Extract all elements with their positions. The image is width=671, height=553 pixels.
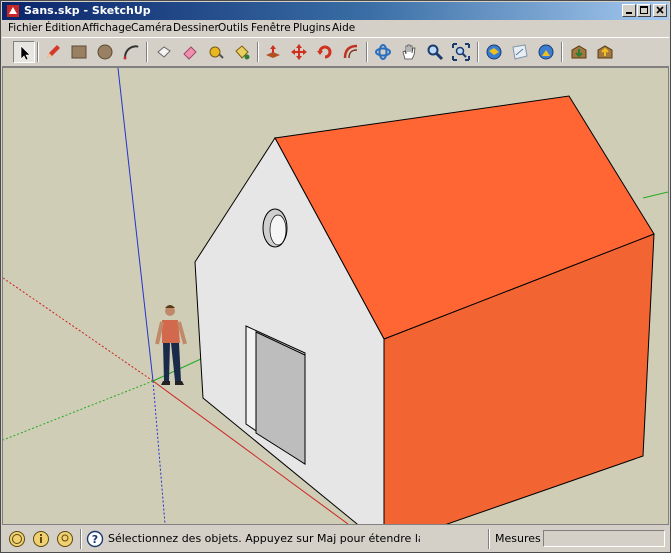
blue-axis-negative — [152, 380, 166, 524]
move-tool[interactable] — [288, 41, 310, 63]
push-pull-icon — [266, 45, 280, 58]
pencil-icon — [47, 45, 60, 58]
previous-view-tool[interactable] — [483, 41, 505, 63]
credits-icon[interactable] — [32, 530, 50, 548]
menu-fenetre[interactable]: Fenêtre — [251, 22, 291, 34]
eraser-icon — [183, 46, 197, 60]
select-tool[interactable] — [13, 41, 35, 63]
orbit-icon — [375, 44, 391, 60]
line-tool[interactable] — [42, 41, 64, 63]
globe-share-icon — [538, 44, 554, 60]
menu-fichier[interactable]: Fichier — [8, 22, 42, 34]
blue-axis — [117, 68, 154, 382]
model-scene — [3, 68, 668, 524]
toolbar-separator — [257, 42, 259, 62]
paint-bucket-icon — [235, 45, 250, 60]
offset-tool[interactable] — [340, 41, 362, 63]
paint-bucket-tool[interactable] — [231, 41, 253, 63]
eraser-tool[interactable] — [179, 41, 201, 63]
status-separator — [80, 529, 82, 549]
toolbar-separator — [561, 42, 563, 62]
zoom-tool[interactable] — [424, 41, 446, 63]
component-icon — [157, 46, 171, 58]
toolbar-separator — [37, 42, 39, 62]
red-axis-negative — [3, 277, 154, 382]
circle-icon — [97, 44, 113, 60]
orbit-tool[interactable] — [372, 41, 394, 63]
green-axis-far — [642, 191, 668, 199]
share-component-tool[interactable] — [594, 41, 616, 63]
arc-icon — [123, 45, 139, 60]
menu-dessiner[interactable]: Dessiner — [173, 22, 219, 34]
maximize-button[interactable] — [637, 4, 651, 17]
circle-tool[interactable] — [94, 41, 116, 63]
zoom-extents-icon — [452, 43, 470, 61]
share-model-tool[interactable] — [535, 41, 557, 63]
hand-icon — [402, 44, 416, 60]
warehouse-download-icon — [571, 45, 587, 59]
menu-aide[interactable]: Aide — [332, 22, 355, 34]
next-view-icon — [512, 44, 528, 60]
tape-measure-icon — [209, 46, 224, 59]
globe-previous-icon — [486, 44, 502, 60]
arc-tool[interactable] — [120, 41, 142, 63]
toolbar-separator — [477, 42, 479, 62]
status-message: Sélectionnez des objets. Appuyez sur Maj… — [108, 532, 420, 545]
measures-label: Mesures — [495, 532, 541, 545]
close-icon — [656, 6, 664, 14]
help-icon[interactable]: ? — [86, 530, 104, 548]
toolbar-separator — [366, 42, 368, 62]
zoom-extents-tool[interactable] — [450, 41, 472, 63]
maximize-icon — [640, 6, 648, 14]
main-toolbar — [2, 37, 669, 67]
magnifier-icon — [427, 44, 444, 61]
menu-camera[interactable]: Caméra — [131, 22, 172, 34]
menu-plugins[interactable]: Plugins — [293, 22, 331, 34]
move-arrows-icon — [291, 44, 307, 60]
sketchup-window: Sans.skp - SketchUp Fichier Édition Affi… — [0, 0, 671, 553]
measures-input[interactable] — [543, 530, 665, 547]
offset-icon — [343, 44, 358, 59]
svg-text:?: ? — [92, 533, 98, 546]
rotate-icon — [317, 45, 332, 59]
toolbar-separator — [146, 42, 148, 62]
components-3d-warehouse-tool[interactable] — [568, 41, 590, 63]
minimize-icon — [626, 12, 632, 14]
rotate-tool[interactable] — [314, 41, 336, 63]
green-axis-negative — [3, 380, 154, 441]
drawing-viewport[interactable] — [2, 67, 669, 525]
status-bar: ? Sélectionnez des objets. Appuyez sur M… — [2, 527, 669, 551]
arrow-cursor-icon — [20, 45, 31, 61]
status-separator — [488, 529, 490, 549]
tape-measure-tool[interactable] — [205, 41, 227, 63]
menu-affichage[interactable]: Affichage — [82, 22, 131, 34]
user-icon[interactable] — [56, 530, 74, 548]
sketchup-logo-icon — [7, 5, 19, 17]
pan-tool[interactable] — [398, 41, 420, 63]
menu-bar: Fichier Édition Affichage Caméra Dessine… — [2, 21, 669, 36]
menu-outils[interactable]: Outils — [218, 22, 248, 34]
title-bar: Sans.skp - SketchUp — [2, 2, 669, 20]
make-component-tool[interactable] — [153, 41, 175, 63]
window-title: Sans.skp - SketchUp — [24, 4, 151, 17]
next-view-tool[interactable] — [509, 41, 531, 63]
push-pull-tool[interactable] — [262, 41, 284, 63]
close-button[interactable] — [653, 4, 667, 17]
round-window-inner — [269, 214, 287, 246]
menu-edition[interactable]: Édition — [45, 22, 81, 34]
rectangle-tool[interactable] — [68, 41, 90, 63]
minimize-button[interactable] — [622, 4, 636, 17]
rectangle-icon — [71, 45, 87, 59]
geo-location-icon[interactable] — [8, 530, 26, 548]
warehouse-upload-icon — [597, 45, 613, 59]
